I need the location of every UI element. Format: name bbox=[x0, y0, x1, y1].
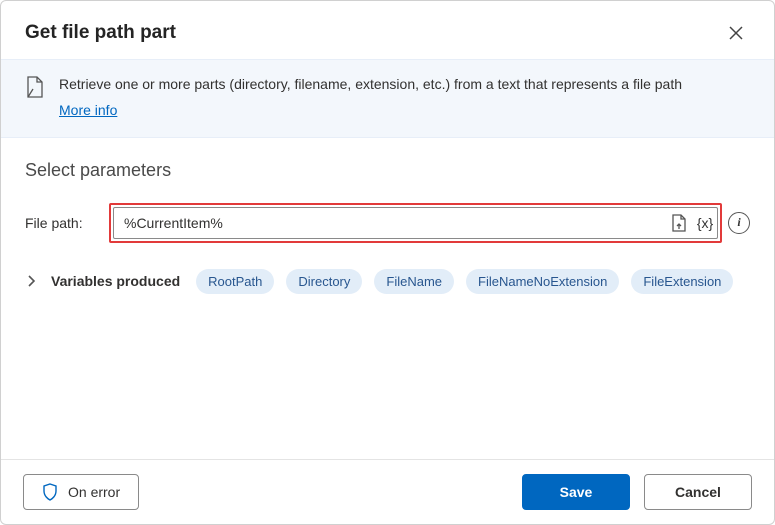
info-banner: Retrieve one or more parts (directory, f… bbox=[1, 59, 774, 138]
variables-produced-label: Variables produced bbox=[51, 273, 180, 289]
chevron-right-icon[interactable] bbox=[25, 275, 39, 287]
close-button[interactable] bbox=[722, 19, 750, 47]
param-row-file-path: File path: {x} i bbox=[25, 203, 750, 243]
dialog-footer: On error Save Cancel bbox=[1, 459, 774, 524]
more-info-link[interactable]: More info bbox=[59, 100, 117, 120]
dialog-description: Retrieve one or more parts (directory, f… bbox=[59, 76, 682, 92]
info-icon[interactable]: i bbox=[728, 212, 750, 234]
dialog-body: Select parameters File path: {x} i bbox=[1, 138, 774, 459]
close-icon bbox=[729, 26, 743, 40]
section-title: Select parameters bbox=[25, 160, 750, 181]
variable-pill[interactable]: Directory bbox=[286, 269, 362, 294]
variable-pill[interactable]: FileNameNoExtension bbox=[466, 269, 619, 294]
save-button[interactable]: Save bbox=[522, 474, 630, 510]
variable-pill[interactable]: RootPath bbox=[196, 269, 274, 294]
dialog-header: Get file path part bbox=[1, 1, 774, 59]
field-highlight bbox=[109, 203, 722, 243]
file-path-input[interactable] bbox=[113, 207, 718, 239]
cancel-button[interactable]: Cancel bbox=[644, 474, 752, 510]
dialog-title: Get file path part bbox=[25, 22, 176, 44]
field-inline-icons: {x} bbox=[670, 214, 714, 232]
file-select-icon[interactable] bbox=[670, 214, 688, 232]
file-path-label: File path: bbox=[25, 215, 97, 231]
variable-pill[interactable]: FileExtension bbox=[631, 269, 733, 294]
variable-pill[interactable]: FileName bbox=[374, 269, 454, 294]
info-text-column: Retrieve one or more parts (directory, f… bbox=[59, 74, 750, 121]
file-icon bbox=[25, 74, 45, 101]
variables-produced-row: Variables produced RootPath Directory Fi… bbox=[25, 269, 750, 294]
dialog-get-file-path-part: Get file path part Retrieve one or more … bbox=[0, 0, 775, 525]
on-error-button[interactable]: On error bbox=[23, 474, 139, 510]
footer-right-buttons: Save Cancel bbox=[522, 474, 752, 510]
file-path-field-wrap: {x} i bbox=[109, 203, 750, 243]
on-error-label: On error bbox=[68, 484, 120, 500]
variable-picker-icon[interactable]: {x} bbox=[696, 214, 714, 232]
shield-icon bbox=[42, 483, 58, 501]
